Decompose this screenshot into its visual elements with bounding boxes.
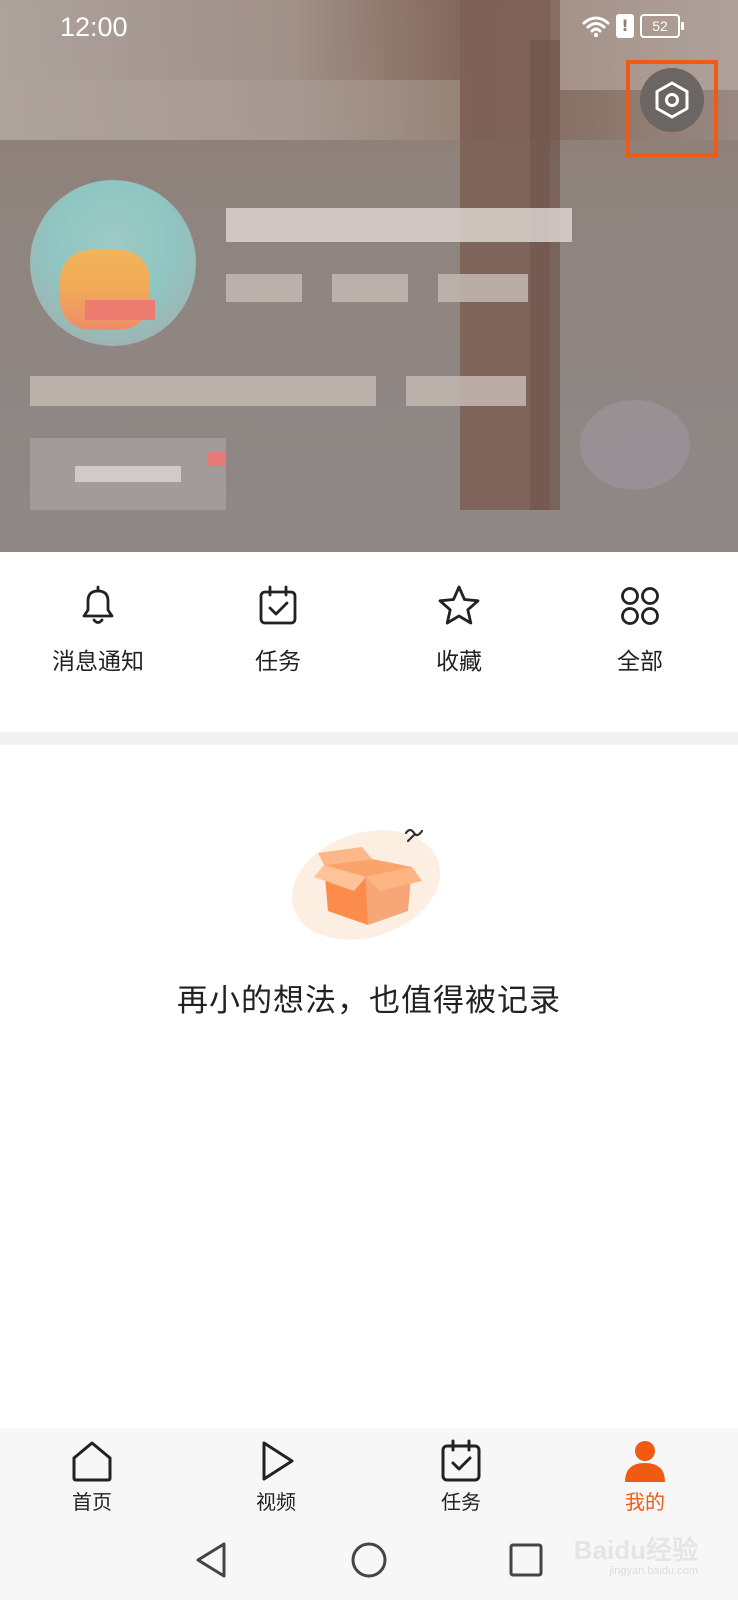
user-tag-dot xyxy=(208,452,226,466)
header-background-orb xyxy=(580,400,690,490)
alert-icon: ! xyxy=(616,14,634,38)
user-tag-text-blurred xyxy=(75,466,181,482)
person-icon xyxy=(625,1441,665,1482)
star-icon xyxy=(438,585,480,625)
user-bio-blurred-2 xyxy=(406,376,526,406)
action-tasks[interactable]: 任务 xyxy=(188,582,368,676)
user-stat-blurred-2 xyxy=(332,274,408,302)
avatar[interactable] xyxy=(30,180,196,346)
status-time: 12:00 xyxy=(60,12,128,42)
tab-me[interactable]: 我的 xyxy=(600,1438,690,1515)
calendar-check-icon xyxy=(441,1439,481,1482)
profile-header: 12:00 ! 52 xyxy=(0,0,738,552)
tab-label: 首页 xyxy=(72,1490,112,1514)
grid-circles-icon xyxy=(621,587,659,625)
tab-label: 我的 xyxy=(625,1490,665,1514)
action-label: 收藏 xyxy=(436,649,482,675)
status-icons: ! 52 xyxy=(582,14,684,38)
user-stat-blurred-3 xyxy=(438,274,528,302)
watermark-brand: Baidu经验 xyxy=(573,1535,698,1565)
header-background-band xyxy=(0,80,460,140)
open-box-icon xyxy=(291,828,441,940)
user-bio-blurred xyxy=(30,376,376,406)
section-divider xyxy=(0,732,738,745)
settings-button[interactable] xyxy=(640,68,704,132)
play-icon xyxy=(262,1441,294,1481)
battery-icon: 52 xyxy=(640,14,684,38)
tab-tasks[interactable]: 任务 xyxy=(416,1438,506,1515)
action-favorites[interactable]: 收藏 xyxy=(369,582,549,676)
empty-state-message: 再小的想法，也值得被记录 xyxy=(177,983,561,1019)
username-blurred xyxy=(226,208,572,242)
recents-icon[interactable] xyxy=(504,1538,548,1582)
action-all[interactable]: 全部 xyxy=(550,582,730,676)
settings-hexagon-icon xyxy=(655,81,689,119)
wifi-icon xyxy=(582,16,610,38)
home-icon xyxy=(72,1441,112,1482)
home-circle-icon[interactable] xyxy=(347,1538,391,1582)
header-background-column-shadow xyxy=(530,40,560,510)
action-label: 全部 xyxy=(617,649,663,675)
calendar-check-icon xyxy=(259,585,297,625)
action-notifications[interactable]: 消息通知 xyxy=(8,582,188,676)
action-label: 任务 xyxy=(255,649,301,675)
back-icon[interactable] xyxy=(190,1538,234,1582)
tab-video[interactable]: 视频 xyxy=(231,1438,321,1515)
action-label: 消息通知 xyxy=(52,649,144,675)
watermark-url: jingyan.baidu.com xyxy=(609,1565,698,1577)
bell-icon xyxy=(82,585,114,624)
tab-label: 任务 xyxy=(441,1490,481,1514)
avatar-face-detail xyxy=(85,300,155,320)
quick-actions: 消息通知 任务 收藏 全部 xyxy=(0,552,738,732)
tab-home[interactable]: 首页 xyxy=(47,1438,137,1515)
tab-label: 视频 xyxy=(256,1490,296,1514)
user-stat-blurred-1 xyxy=(226,274,302,302)
